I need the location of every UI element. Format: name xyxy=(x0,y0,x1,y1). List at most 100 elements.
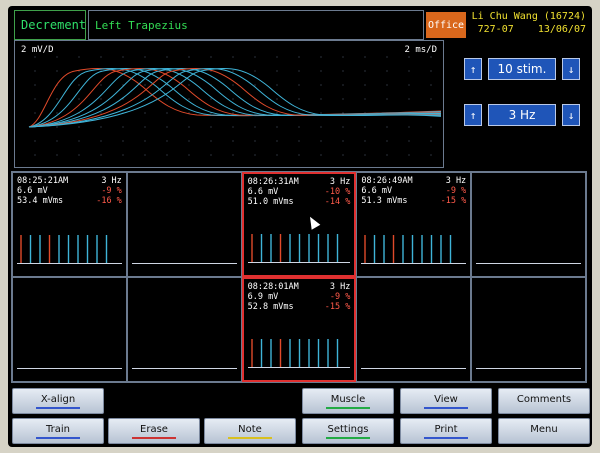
train-result-row: 6.6 mV -9 % xyxy=(361,186,466,196)
grid-dot xyxy=(122,140,124,142)
settings-button[interactable]: Settings xyxy=(302,418,394,444)
train-baseline xyxy=(361,368,467,369)
train-result-row: 6.6 mV -9 % xyxy=(17,186,122,196)
train-result-cell[interactable]: 08:25:21AM 3 Hz 6.6 mV -9 % 53.4 mVms -16 % xyxy=(12,172,127,277)
button-label: Erase xyxy=(140,423,168,435)
grid-dot xyxy=(320,56,322,58)
grid-dot xyxy=(34,56,36,58)
softkey-bar: X-align Train Erase Note Muscle Settings View P… xyxy=(8,386,592,446)
grid-dot xyxy=(100,154,102,156)
train-results-grid: 08:25:21AM 3 Hz 6.6 mV -9 % 53.4 mVms -16 % 08… xyxy=(11,171,587,383)
train-baseline xyxy=(17,368,122,369)
grid-dot xyxy=(408,126,410,128)
train-result-cell[interactable] xyxy=(471,277,586,382)
rate-up-arrow-icon[interactable]: ↑ xyxy=(464,104,482,126)
train-result-cell[interactable] xyxy=(356,277,472,382)
grid-dot xyxy=(210,98,212,100)
train-result-cell[interactable]: 08:26:49AM 3 Hz 6.6 mV -9 % 51.3 mVms -15 % xyxy=(356,172,472,277)
train-area: 51.0 mVms xyxy=(247,197,294,207)
grid-dot xyxy=(166,154,168,156)
grid-dot xyxy=(210,154,212,156)
train-time: 08:28:01AM xyxy=(247,282,299,292)
grid-dot xyxy=(100,84,102,86)
train-response-markers xyxy=(20,235,108,263)
x-align-button[interactable]: X-align xyxy=(12,388,104,414)
train-result-cell[interactable]: 08:26:31AM 3 Hz 6.6 mV -10 % 51.0 mVms -14 % xyxy=(241,172,357,277)
waveform-trace-plot xyxy=(28,56,442,156)
area-decrement: -15 % xyxy=(324,302,351,312)
train-result-row: 51.3 mVms -15 % xyxy=(361,196,466,206)
stim-up-arrow-icon[interactable]: ↑ xyxy=(464,58,482,80)
grid-dot xyxy=(100,112,102,114)
grid-dot xyxy=(232,140,234,142)
train-result-info: 08:26:49AM 3 Hz 6.6 mV -9 % 51.3 mVms -15 % xyxy=(361,176,466,206)
train-area: 51.3 mVms xyxy=(361,196,408,206)
grid-dot xyxy=(122,70,124,72)
grid-dot xyxy=(364,126,366,128)
grid-dot xyxy=(386,154,388,156)
stim-rate-control: ↑ 3 Hz ↓ xyxy=(464,104,580,126)
grid-dot xyxy=(320,154,322,156)
stim-down-arrow-icon[interactable]: ↓ xyxy=(562,58,580,80)
train-result-row: 08:25:21AM 3 Hz xyxy=(17,176,122,186)
erase-button[interactable]: Erase xyxy=(108,418,200,444)
grid-dot xyxy=(210,140,212,142)
grid-dot xyxy=(364,154,366,156)
train-result-cell[interactable] xyxy=(12,277,127,382)
muscle-button[interactable]: Muscle xyxy=(302,388,394,414)
menu-button[interactable]: Menu xyxy=(498,418,590,444)
train-result-cell[interactable] xyxy=(126,277,242,382)
train-result-info: 08:26:31AM 3 Hz 6.6 mV -10 % 51.0 mVms -14 % xyxy=(248,177,351,207)
grid-dot xyxy=(232,56,234,58)
rate-down-arrow-icon[interactable]: ↓ xyxy=(562,104,580,126)
grid-dot xyxy=(78,84,80,86)
train-result-cell[interactable] xyxy=(471,172,586,277)
train-result-cell[interactable] xyxy=(126,172,242,277)
grid-dot xyxy=(232,98,234,100)
grid-dot xyxy=(342,84,344,86)
grid-dot xyxy=(56,70,58,72)
stim-count-value: 10 stim. xyxy=(488,58,556,80)
amplitude-decrement: -9 % xyxy=(101,186,122,196)
grid-dot xyxy=(78,98,80,100)
grid-dot xyxy=(320,112,322,114)
grid-dot xyxy=(320,84,322,86)
view-button[interactable]: View xyxy=(400,388,492,414)
test-date: 13/06/07 xyxy=(537,24,586,35)
train-result-row: 51.0 mVms -14 % xyxy=(248,197,351,207)
grid-dot xyxy=(100,98,102,100)
area-decrement: -14 % xyxy=(324,197,351,207)
grid-dot xyxy=(364,140,366,142)
grid-dot xyxy=(144,140,146,142)
grid-dot xyxy=(144,56,146,58)
grid-dot xyxy=(386,98,388,100)
grid-dot xyxy=(144,112,146,114)
grid-dot xyxy=(56,112,58,114)
note-button[interactable]: Note xyxy=(204,418,296,444)
train-result-cell[interactable]: 08:28:01AM 3 Hz 6.9 mV -9 % 52.8 mVms -15 % xyxy=(241,277,357,382)
grid-dot xyxy=(276,98,278,100)
grid-dot xyxy=(188,98,190,100)
train-rate: 3 Hz xyxy=(329,177,351,187)
grid-dot xyxy=(232,154,234,156)
train-baseline xyxy=(131,263,237,264)
train-amplitude: 6.6 mV xyxy=(17,186,48,196)
muscle-name-label: Left Trapezius xyxy=(88,10,424,40)
grid-dot xyxy=(122,56,124,58)
train-amplitude: 6.9 mV xyxy=(247,292,279,302)
grid-dot xyxy=(298,140,300,142)
grid-dot xyxy=(56,126,58,128)
button-underline xyxy=(132,436,176,439)
train-button[interactable]: Train xyxy=(12,418,104,444)
grid-dot xyxy=(34,154,36,156)
comments-button[interactable]: Comments xyxy=(498,388,590,414)
print-button[interactable]: Print xyxy=(400,418,492,444)
grid-dot xyxy=(342,98,344,100)
waveform-panel: 2 mV/D 2 ms/D xyxy=(14,40,444,168)
office-badge[interactable]: Office xyxy=(426,12,466,38)
grid-dot xyxy=(276,112,278,114)
grid-dot xyxy=(386,140,388,142)
patient-meta: 727-07 13/06/07 xyxy=(470,23,586,36)
grid-dot xyxy=(34,98,36,100)
train-rate: 3 Hz xyxy=(101,176,122,186)
